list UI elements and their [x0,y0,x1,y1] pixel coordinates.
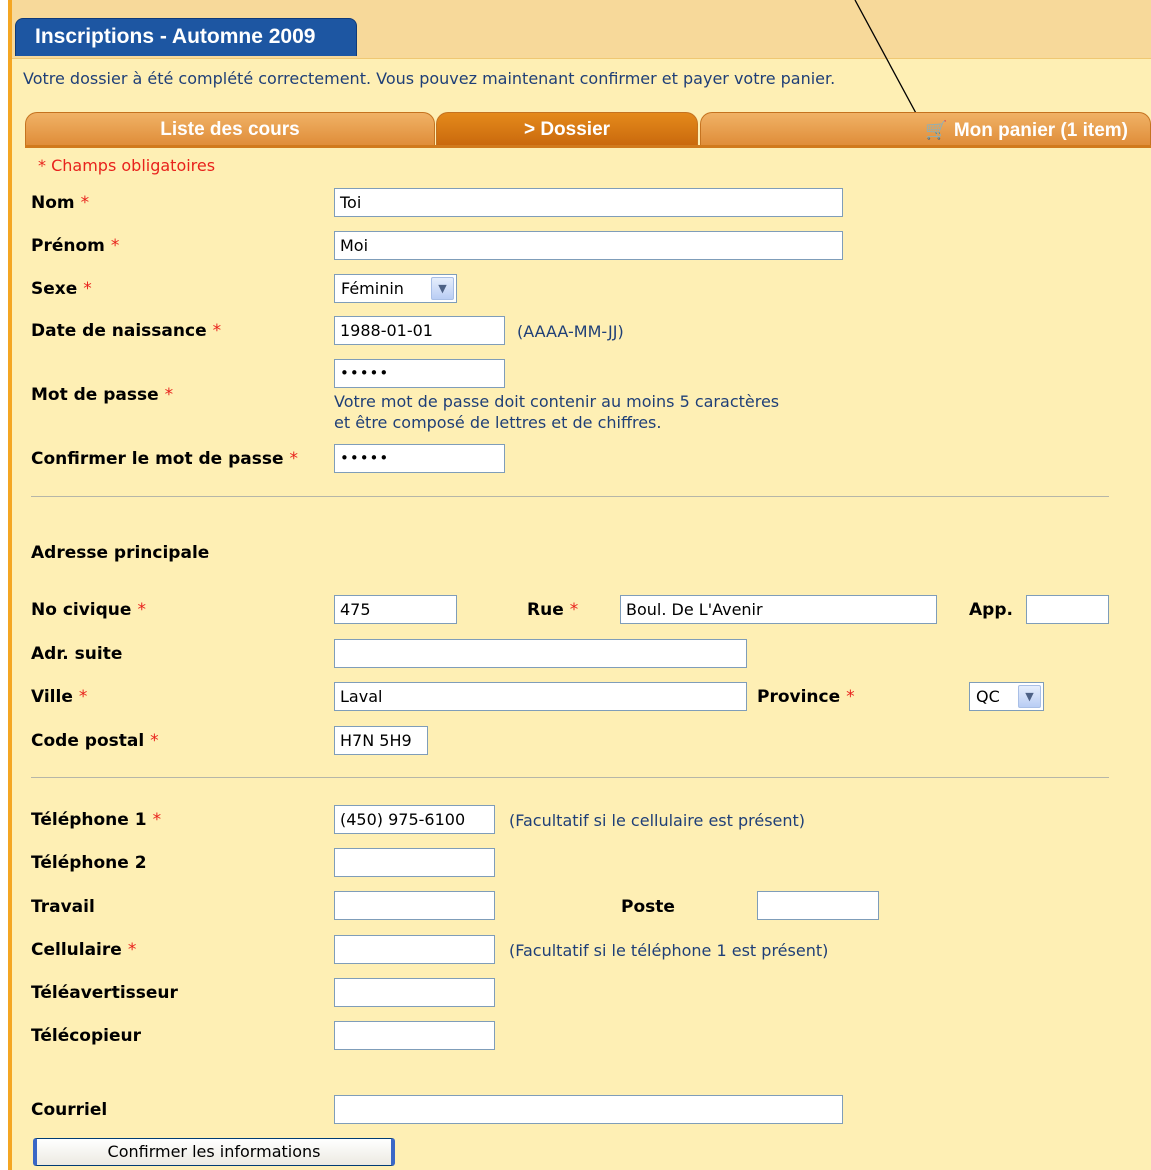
telecopieur-input[interactable] [334,1021,495,1050]
poste-label: Poste [621,897,675,917]
adr-suite-label: Adr. suite [31,644,123,664]
tab-course-list-label: Liste des cours [160,119,300,140]
travail-label: Travail [31,897,95,917]
prenom-label: Prénom * [31,236,120,256]
province-label: Province * [757,687,855,707]
page: Inscriptions - Automne 2009 Votre dossie… [0,0,1151,1170]
province-select-value: QC [976,687,1000,706]
sexe-select[interactable]: Féminin ▼ [334,274,457,303]
password-input[interactable]: ••••• [334,359,505,388]
sexe-label: Sexe * [31,279,92,299]
poste-input[interactable] [757,891,879,920]
code-postal-input[interactable]: H7N 5H9 [334,726,428,755]
divider [31,496,1109,497]
tab-cart[interactable]: 🛒 Mon panier (1 item) [700,112,1151,146]
address-heading: Adresse principale [31,543,210,563]
status-notice: Votre dossier à été complété correctemen… [23,69,836,88]
cellulaire-hint: (Facultatif si le téléphone 1 est présen… [509,941,829,960]
app-input[interactable] [1026,595,1109,624]
password-confirm-label: Confirmer le mot de passe * [31,449,299,469]
tel1-input[interactable]: (450) 975-6100 [334,805,495,834]
password-label: Mot de passe * [31,385,174,405]
password-rules-note: Votre mot de passe doit contenir au moin… [334,392,780,432]
app-label: App. [969,600,1013,620]
password-confirm-input[interactable]: ••••• [334,444,505,473]
chevron-down-icon[interactable]: ▼ [431,277,454,300]
tab-course-list[interactable]: Liste des cours [25,112,435,146]
chevron-down-icon[interactable]: ▼ [1018,685,1041,708]
tab-underline [25,145,1151,148]
teleavertisseur-label: Téléavertisseur [31,983,178,1003]
sexe-select-value: Féminin [341,279,404,298]
tab-dossier[interactable]: > Dossier [436,112,698,146]
confirm-button[interactable]: Confirmer les informations [33,1138,395,1166]
rue-input[interactable]: Boul. De L'Avenir [620,595,937,624]
cellulaire-input[interactable] [334,935,495,964]
nom-label: Nom * [31,193,90,213]
telecopieur-label: Télécopieur [31,1026,141,1046]
province-select[interactable]: QC ▼ [969,682,1044,711]
rue-label: Rue * [527,600,579,620]
tab-cart-label: Mon panier (1 item) [953,120,1128,141]
naissance-label: Date de naissance * [31,321,222,341]
tel2-input[interactable] [334,848,495,877]
page-title: Inscriptions - Automne 2009 [15,18,357,56]
tel1-hint: (Facultatif si le cellulaire est présent… [509,811,806,830]
teleavertisseur-input[interactable] [334,978,495,1007]
cellulaire-label: Cellulaire * [31,940,137,960]
prenom-input[interactable]: Moi [334,231,843,260]
travail-input[interactable] [334,891,495,920]
courriel-label: Courriel [31,1100,108,1120]
no-civique-input[interactable]: 475 [334,595,457,624]
ville-input[interactable]: Laval [334,682,747,711]
nom-input[interactable]: Toi [334,188,843,217]
form-panel [8,0,1151,1170]
code-postal-label: Code postal * [31,731,159,751]
no-civique-label: No civique * [31,600,146,620]
tab-dossier-label: > Dossier [523,119,611,140]
ville-label: Ville * [31,687,88,707]
required-fields-note: * Champs obligatoires [38,156,216,175]
date-format-hint: (AAAA-MM-JJ) [517,322,624,341]
divider [31,777,1109,778]
courriel-input[interactable] [334,1095,843,1124]
tel2-label: Téléphone 2 [31,853,147,873]
tel1-label: Téléphone 1 * [31,810,162,830]
naissance-input[interactable]: 1988-01-01 [334,316,505,345]
adr-suite-input[interactable] [334,639,747,668]
cart-icon: 🛒 [925,120,948,140]
